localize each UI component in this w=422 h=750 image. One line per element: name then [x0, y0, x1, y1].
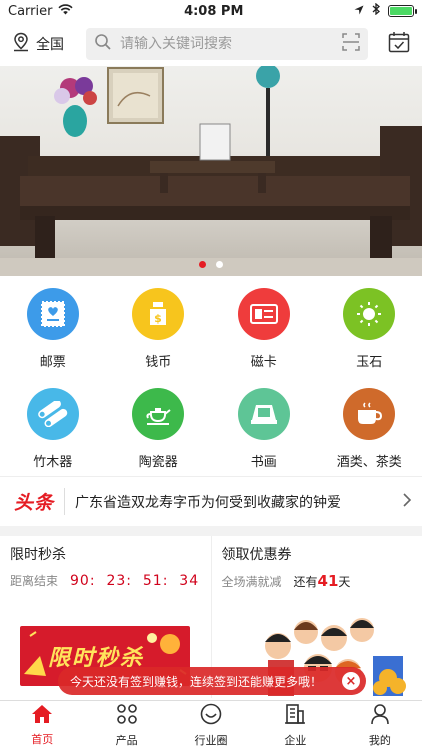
headline-tag: 头条: [14, 488, 66, 515]
person-icon: [369, 703, 391, 728]
category-label: 玉石: [356, 355, 383, 370]
region-label: 全国: [36, 37, 64, 53]
coupon-remaining: 还有41天: [294, 572, 351, 590]
category-jade[interactable]: 玉石: [317, 288, 422, 388]
banner-image: [0, 66, 422, 276]
coupon-subtitle: 全场满就减: [221, 574, 282, 589]
toast-message: 今天还没有签到赚钱，连续签到还能赚更多哦！: [70, 674, 323, 689]
carousel-indicator: [0, 261, 422, 268]
tab-label: 企业: [284, 734, 307, 747]
wifi-icon: [58, 3, 74, 19]
carrier-label: Carrier: [8, 3, 53, 19]
scroll-icon: [237, 388, 290, 440]
tab-enterprise[interactable]: 企业: [253, 701, 337, 750]
calendar-check-icon: [388, 31, 410, 57]
category-label: 陶瓷器: [138, 455, 178, 470]
circle-smile-icon: [200, 703, 222, 728]
carousel-dot[interactable]: [216, 261, 223, 268]
category-label: 钱币: [145, 355, 172, 370]
tab-products[interactable]: 产品: [84, 701, 168, 750]
location-pin-icon: [12, 32, 30, 56]
category-label: 酒类、茶类: [336, 455, 402, 470]
category-label: 邮票: [39, 355, 66, 370]
flash-sale-title: 限时秒杀: [10, 547, 66, 563]
headline-text[interactable]: 广东省造双龙寿字币为何受到收藏家的钟爱: [75, 492, 402, 512]
search-bar[interactable]: [86, 28, 368, 60]
jade-icon: [343, 288, 396, 340]
category-grid: 邮票 $ 钱币 磁卡 玉石 竹木器 陶瓷器 书画 酒类、茶类: [0, 276, 422, 476]
category-stamp[interactable]: 邮票: [0, 288, 106, 388]
building-icon: [284, 703, 306, 728]
tab-label: 我的: [368, 734, 391, 747]
check-in-toast[interactable]: 今天还没有签到赚钱，连续签到还能赚更多哦！ ×: [58, 667, 366, 695]
location-arrow-icon: [354, 4, 364, 19]
bluetooth-icon: [372, 2, 380, 19]
carousel-dot[interactable]: [199, 261, 206, 268]
tab-label: 首页: [31, 733, 54, 746]
search-icon: [94, 33, 112, 55]
scan-icon[interactable]: [342, 33, 360, 55]
tab-industry-circle[interactable]: 行业圈: [169, 701, 253, 750]
status-bar: Carrier 4:08 PM: [0, 0, 422, 22]
tea-cup-icon: [343, 388, 396, 440]
bamboo-icon: [26, 388, 79, 440]
region-selector[interactable]: 全国: [12, 32, 78, 56]
category-card[interactable]: 磁卡: [211, 288, 317, 388]
coupon-title: 领取优惠券: [221, 547, 292, 563]
category-ceramic[interactable]: 陶瓷器: [106, 388, 212, 488]
close-icon[interactable]: ×: [342, 672, 360, 690]
category-wine-tea[interactable]: 酒类、茶类: [317, 388, 422, 488]
remain-days: 41: [317, 572, 339, 590]
remain-suffix: 天: [338, 575, 351, 589]
banner-carousel[interactable]: [0, 66, 422, 276]
bottom-tab-bar: 首页 产品 行业圈 企业 我的: [0, 700, 422, 750]
category-painting[interactable]: 书画: [211, 388, 317, 488]
check-in-calendar-button[interactable]: [384, 29, 414, 59]
remain-prefix: 还有: [293, 575, 318, 589]
tab-mine[interactable]: 我的: [338, 701, 422, 750]
tab-label: 产品: [115, 734, 138, 747]
clock: 4:08 PM: [184, 3, 244, 19]
money-bag-icon: $: [132, 288, 185, 340]
tab-home[interactable]: 首页: [0, 701, 84, 750]
countdown-timer: 90: 23: 51: 34: [70, 572, 200, 589]
home-icon: [31, 704, 53, 727]
grid-icon: [116, 703, 138, 728]
category-bamboo[interactable]: 竹木器: [0, 388, 106, 488]
stamp-icon: [26, 288, 79, 340]
countdown-label: 距离结束: [10, 574, 59, 588]
card-icon: [237, 288, 290, 340]
category-label: 磁卡: [250, 355, 277, 370]
chevron-right-icon: [402, 492, 412, 512]
search-input[interactable]: [120, 36, 334, 52]
svg-text:$: $: [154, 312, 162, 325]
tab-label: 行业圈: [194, 734, 228, 747]
category-label: 竹木器: [33, 455, 73, 470]
category-label: 书画: [250, 455, 277, 470]
teapot-icon: [132, 388, 185, 440]
section-divider: [0, 526, 422, 536]
category-coin[interactable]: $ 钱币: [106, 288, 212, 388]
top-bar: 全国: [0, 22, 422, 66]
battery-icon: [387, 5, 417, 17]
